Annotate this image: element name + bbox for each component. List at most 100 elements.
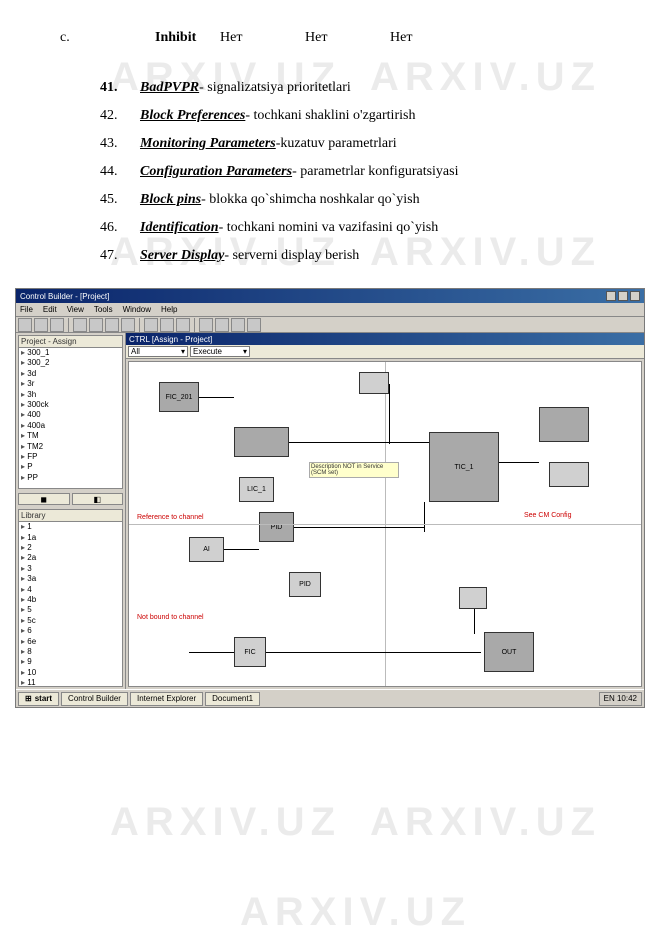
close-icon[interactable] xyxy=(630,291,640,301)
left-column: Project - Assign 300_1 300_2 3d 3r 3h 30… xyxy=(16,333,126,689)
tree-item[interactable]: 11 xyxy=(19,678,122,687)
function-block[interactable] xyxy=(539,407,589,442)
left-tab-button[interactable]: ◧ xyxy=(72,493,124,505)
menu-tools[interactable]: Tools xyxy=(94,305,113,314)
function-block[interactable]: OUT xyxy=(484,632,534,672)
tree-item[interactable]: 3h xyxy=(19,390,122,400)
tree-item[interactable]: FP xyxy=(19,452,122,462)
main-column: CTRL [Assign - Project] All Execute xyxy=(126,333,644,689)
tree-item[interactable]: TM xyxy=(19,431,122,441)
tree-item[interactable]: 5 xyxy=(19,605,122,615)
left-tab-button[interactable]: ◼ xyxy=(18,493,70,505)
toolbar-button[interactable] xyxy=(144,318,158,332)
function-block[interactable]: PID xyxy=(259,512,294,542)
function-block[interactable] xyxy=(359,372,389,394)
tree-item[interactable]: 400a xyxy=(19,421,122,431)
maximize-icon[interactable] xyxy=(618,291,628,301)
toolbar-button[interactable] xyxy=(89,318,103,332)
wire xyxy=(266,652,481,653)
toolbar-button[interactable] xyxy=(73,318,87,332)
tree-item[interactable]: PP xyxy=(19,473,122,483)
function-block[interactable]: TIC_1 xyxy=(429,432,499,502)
filter-dropdown[interactable]: All xyxy=(128,346,188,357)
toolbar-button[interactable] xyxy=(160,318,174,332)
main-toolbar xyxy=(16,317,644,333)
function-block[interactable] xyxy=(549,462,589,487)
mdi-titlebar[interactable]: CTRL [Assign - Project] xyxy=(126,333,644,345)
tree-item[interactable]: 4b xyxy=(19,595,122,605)
taskbar-button[interactable]: Internet Explorer xyxy=(130,692,203,706)
toolbar-separator xyxy=(139,318,140,332)
start-button[interactable]: ⊞ start xyxy=(18,692,59,706)
item-number: 42. xyxy=(100,102,140,130)
tree-item[interactable]: 300_1 xyxy=(19,348,122,358)
numbered-list: 41. BadPVPR- signalizatsiya prioritetlar… xyxy=(100,74,601,270)
function-block[interactable]: FIC_201 xyxy=(159,382,199,412)
toolbar-button[interactable] xyxy=(176,318,190,332)
item-term: Configuration Parameters xyxy=(140,164,292,179)
toolbar-button[interactable] xyxy=(215,318,229,332)
function-block[interactable] xyxy=(459,587,487,609)
wire xyxy=(294,527,424,528)
function-block[interactable] xyxy=(234,427,289,457)
toolbar-button[interactable] xyxy=(199,318,213,332)
menu-help[interactable]: Help xyxy=(161,305,177,314)
minimize-icon[interactable] xyxy=(606,291,616,301)
tree-item[interactable]: P xyxy=(19,462,122,472)
toolbar-button[interactable] xyxy=(231,318,245,332)
toolbar-button[interactable] xyxy=(121,318,135,332)
toolbar-button[interactable] xyxy=(50,318,64,332)
menu-view[interactable]: View xyxy=(67,305,84,314)
taskbar-button[interactable]: Control Builder xyxy=(61,692,128,706)
diagram-canvas[interactable]: FIC_201 LIC_1 PID AI PID TIC_1 FIC OUT xyxy=(128,361,642,687)
toolbar-button[interactable] xyxy=(105,318,119,332)
tree-item[interactable]: 300ck xyxy=(19,400,122,410)
menu-edit[interactable]: Edit xyxy=(43,305,57,314)
tree-item[interactable]: 300_2 xyxy=(19,358,122,368)
function-block[interactable]: FIC xyxy=(234,637,266,667)
menu-file[interactable]: File xyxy=(20,305,33,314)
system-tray[interactable]: EN 10:42 xyxy=(599,692,642,706)
tree-item[interactable]: 3r xyxy=(19,379,122,389)
tree-item[interactable]: 400 xyxy=(19,410,122,420)
mode-dropdown[interactable]: Execute xyxy=(190,346,250,357)
tree-item[interactable]: TM2 xyxy=(19,442,122,452)
tree-item[interactable]: 6e xyxy=(19,637,122,647)
workarea: Project - Assign 300_1 300_2 3d 3r 3h 30… xyxy=(16,333,644,689)
function-block[interactable]: LIC_1 xyxy=(239,477,274,502)
menu-window[interactable]: Window xyxy=(123,305,151,314)
item-desc: - serverni display berish xyxy=(224,248,359,263)
panel-title: Project - Assign xyxy=(19,336,122,348)
toolbar-button[interactable] xyxy=(247,318,261,332)
tree-item[interactable]: 6 xyxy=(19,626,122,636)
annotation-note: Description NOT in Service (SCM set) xyxy=(309,462,399,478)
function-block[interactable]: PID xyxy=(289,572,321,597)
app-screenshot: Control Builder - [Project] File Edit Vi… xyxy=(15,288,645,708)
wire xyxy=(389,384,390,444)
tree-item[interactable]: 1a xyxy=(19,533,122,543)
tree-item[interactable]: 2 xyxy=(19,543,122,553)
tree-item[interactable]: 3d xyxy=(19,369,122,379)
wire xyxy=(424,502,425,532)
tree-item[interactable]: 2a xyxy=(19,553,122,563)
tree-item[interactable]: 3 xyxy=(19,564,122,574)
list-item: 43. Monitoring Parameters-kuzatuv parame… xyxy=(100,130,601,158)
taskbar-button[interactable]: Document1 xyxy=(205,692,260,706)
tree-item[interactable]: 5c xyxy=(19,616,122,626)
col-c: c. xyxy=(60,30,155,46)
list-item: 42. Block Preferences- tochkani shaklini… xyxy=(100,102,601,130)
tree-item[interactable]: 8 xyxy=(19,647,122,657)
windows-icon: ⊞ xyxy=(25,694,32,703)
wire xyxy=(474,609,475,634)
panel-title: Library xyxy=(19,510,122,522)
tree-item[interactable]: 4 xyxy=(19,585,122,595)
tree-item[interactable]: 1 xyxy=(19,522,122,532)
window-titlebar[interactable]: Control Builder - [Project] xyxy=(16,289,644,303)
tree-item[interactable]: 9 xyxy=(19,657,122,667)
item-term: Block Preferences xyxy=(140,108,245,123)
toolbar-button[interactable] xyxy=(34,318,48,332)
tree-item[interactable]: 3a xyxy=(19,574,122,584)
function-block[interactable]: AI xyxy=(189,537,224,562)
toolbar-button[interactable] xyxy=(18,318,32,332)
tree-item[interactable]: 10 xyxy=(19,668,122,678)
